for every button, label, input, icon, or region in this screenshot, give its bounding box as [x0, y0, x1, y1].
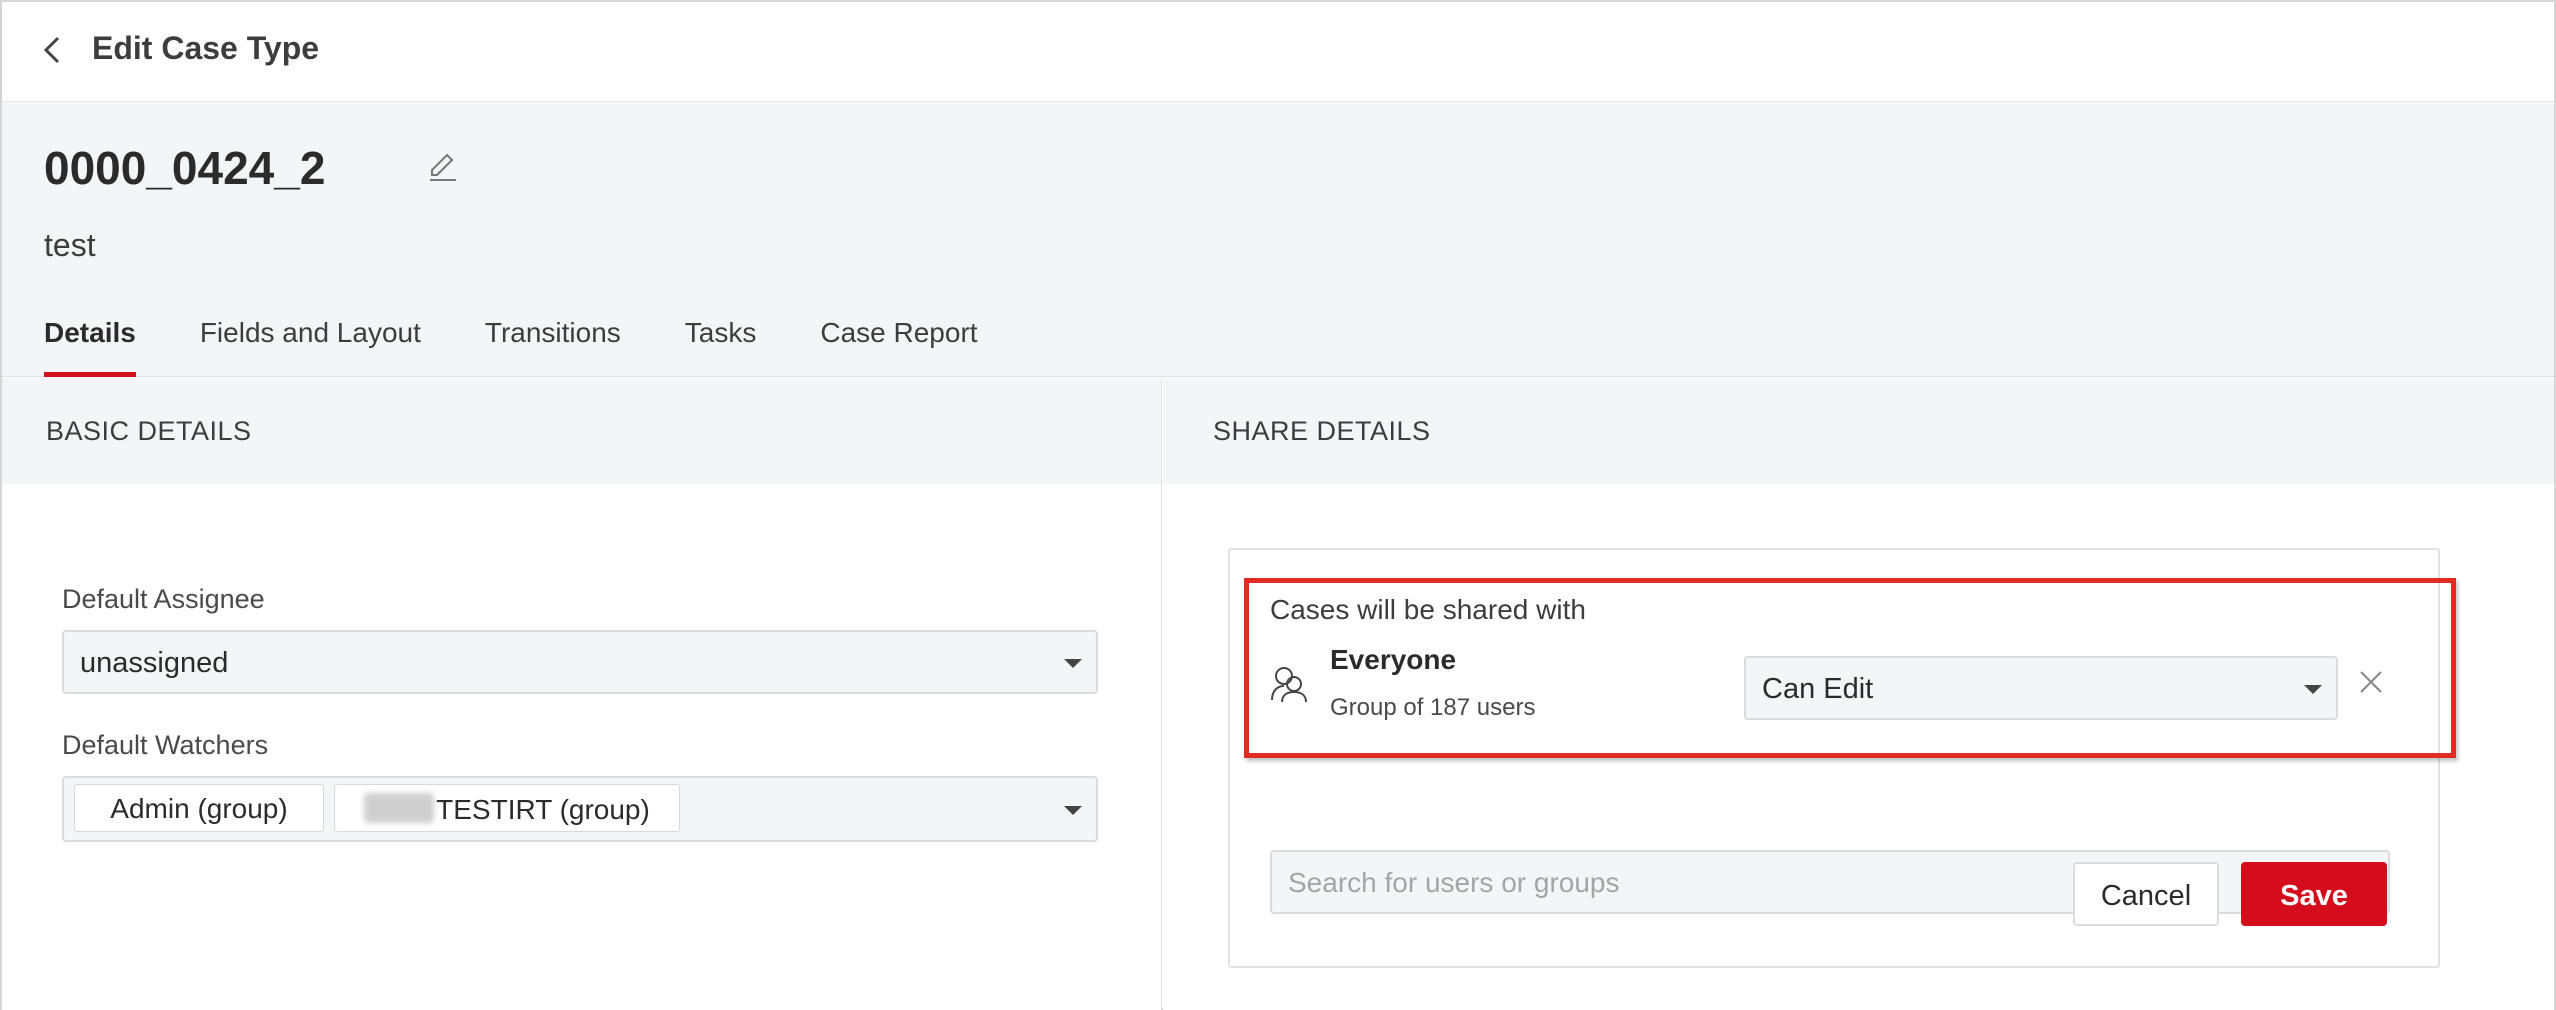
tab-bar: Details Fields and Layout Transitions Ta… [44, 311, 1042, 377]
save-button[interactable]: Save [2241, 862, 2387, 926]
permission-select[interactable]: Can Edit [1744, 656, 2338, 720]
cancel-button[interactable]: Cancel [2073, 862, 2219, 926]
case-type-description: test [44, 227, 96, 263]
permission-value: Can Edit [1762, 673, 1874, 705]
caret-down-icon [1064, 659, 1082, 668]
watcher-chip[interactable]: Admin (group) [74, 784, 324, 832]
tab-tasks[interactable]: Tasks [685, 311, 757, 377]
default-assignee-select[interactable]: unassigned [62, 630, 1098, 694]
caret-down-icon [2304, 685, 2322, 694]
chevron-left-icon[interactable] [38, 34, 68, 66]
default-watchers-select[interactable]: Admin (group) TESTIRT (group) [62, 776, 1098, 842]
top-bar: Edit Case Type [2, 2, 2554, 102]
shared-with-label: Cases will be shared with [1270, 594, 1586, 625]
tab-case-report[interactable]: Case Report [820, 311, 977, 377]
share-group-subtitle: Group of 187 users [1330, 694, 1536, 721]
close-icon[interactable] [2357, 668, 2385, 696]
default-watchers-label: Default Watchers [62, 730, 269, 760]
watcher-chip-label: Admin (group) [110, 793, 288, 824]
pencil-icon[interactable] [426, 149, 460, 183]
page-title: Edit Case Type [92, 30, 320, 66]
tab-details[interactable]: Details [44, 311, 136, 377]
caret-down-icon [1064, 806, 1082, 815]
group-users-icon [1271, 667, 1307, 703]
redacted-text [364, 793, 435, 823]
default-assignee-label: Default Assignee [62, 584, 265, 614]
basic-details-heading: BASIC DETAILS [2, 378, 1161, 484]
share-details-heading: SHARE DETAILS [1163, 378, 2554, 484]
case-type-header: 0000_0424_2 test Details Fields and Layo… [2, 103, 2554, 377]
basic-details-panel: BASIC DETAILS Default Assignee unassigne… [2, 378, 1162, 1010]
default-assignee-value: unassigned [80, 647, 229, 679]
edit-case-type-page: Edit Case Type 0000_0424_2 test Details … [0, 0, 2556, 1010]
search-placeholder: Search for users or groups [1288, 867, 1620, 898]
watcher-chip[interactable]: TESTIRT (group) [334, 784, 680, 832]
search-users-input[interactable]: Search for users or groups [1270, 850, 2390, 914]
watcher-chip-label: TESTIRT (group) [436, 794, 650, 825]
case-type-name: 0000_0424_2 [44, 142, 326, 194]
share-group-name: Everyone [1330, 644, 1457, 675]
tab-transitions[interactable]: Transitions [485, 311, 621, 377]
tab-fields-and-layout[interactable]: Fields and Layout [200, 311, 421, 377]
